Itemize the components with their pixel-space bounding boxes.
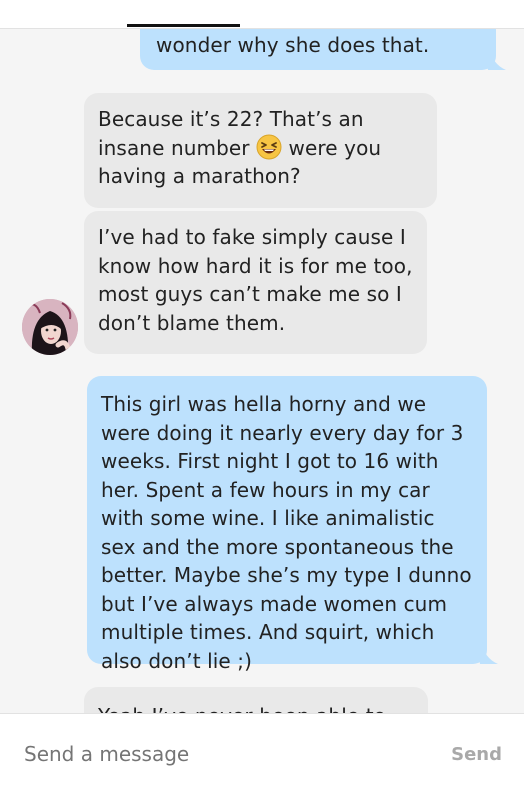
send-button[interactable]: Send [451, 744, 502, 765]
message-input[interactable] [24, 742, 404, 766]
contact-avatar[interactable] [22, 299, 78, 355]
header-bar [0, 0, 524, 29]
message-text: This girl was hella horny and we were do… [101, 392, 472, 673]
outgoing-message: This girl was hella horny and we were do… [87, 376, 487, 673]
message-composer: Send [0, 713, 524, 801]
laughing-face-emoji [256, 134, 282, 159]
avatar-image [22, 299, 78, 355]
active-tab-indicator [127, 24, 240, 27]
bubble-tail [476, 642, 498, 664]
incoming-message: I’ve had to fake simply cause I know how… [84, 211, 427, 354]
incoming-message: Yeah I’ve never been able to do [84, 687, 428, 713]
outgoing-message: wonder why she does that. [140, 29, 496, 70]
message-thread[interactable]: wonder why she does that. Because it’s 2… [0, 29, 524, 713]
message-text: I’ve had to fake simply cause I know how… [98, 225, 413, 335]
bubble-tail [484, 48, 506, 70]
message-text: wonder why she does that. [156, 33, 430, 57]
incoming-message: Because it’s 22? That’s an insane number… [84, 93, 437, 208]
message-text: Yeah I’ve never been able to do [98, 704, 386, 713]
